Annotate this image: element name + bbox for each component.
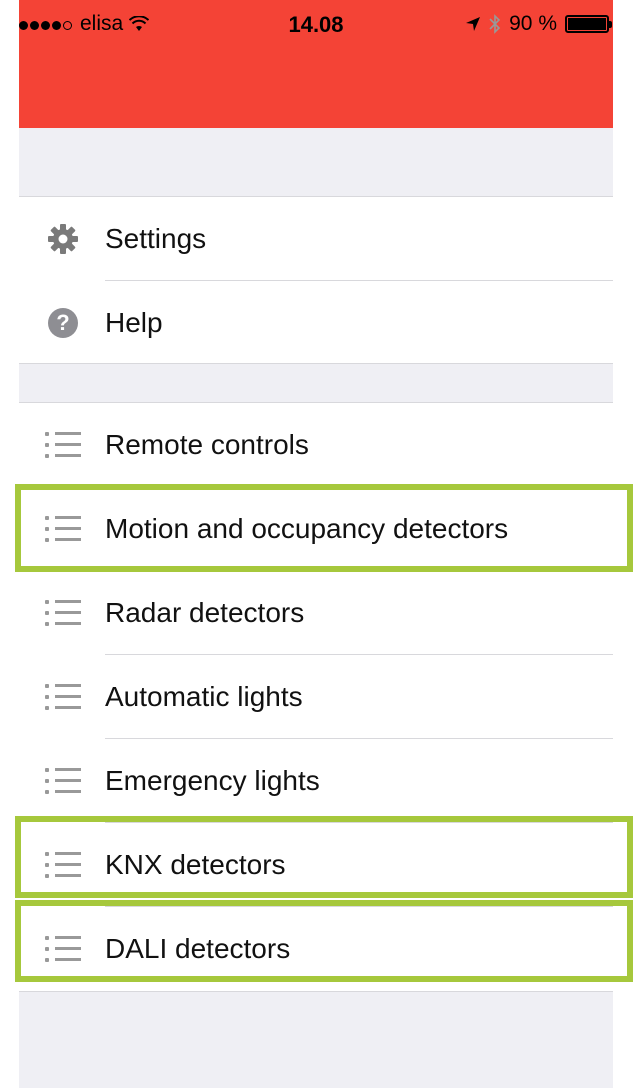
menu-item-label: Automatic lights (105, 681, 303, 712)
list-icon (45, 679, 81, 715)
menu-item-dali-detectors[interactable]: DALI detectors (19, 907, 613, 991)
products-group: Remote controls Motion and occupancy det… (19, 402, 613, 992)
battery-percent: 90 % (509, 12, 557, 35)
menu-item-settings[interactable]: Settings (19, 197, 613, 281)
menu-item-remote-controls[interactable]: Remote controls (19, 403, 613, 487)
help-icon: ? (45, 305, 81, 341)
menu-item-label: Help (105, 307, 163, 338)
list-icon (45, 427, 81, 463)
gear-icon (45, 221, 81, 257)
list-icon (45, 847, 81, 883)
signal-strength-icon (19, 12, 74, 36)
menu-item-radar-detectors[interactable]: Radar detectors (19, 571, 613, 655)
location-arrow-icon (466, 17, 481, 31)
status-bar: elisa 14.08 90 % (19, 0, 613, 40)
menu-item-label: Settings (105, 223, 207, 254)
menu-item-label: Motion and occupancy detectors (105, 513, 509, 544)
carrier-name: elisa (80, 12, 124, 35)
battery-icon (565, 15, 612, 33)
menu-item-label: DALI detectors (105, 933, 291, 964)
list-icon (45, 595, 81, 631)
bluetooth-icon (489, 14, 501, 34)
menu-item-help[interactable]: ? Help (19, 281, 613, 365)
menu-item-emergency-lights[interactable]: Emergency lights (19, 739, 613, 823)
settings-group: Settings ? Help (19, 196, 613, 364)
list-icon (45, 511, 81, 547)
list-icon (45, 763, 81, 799)
signal-carrier: elisa (19, 12, 150, 36)
app-screen: elisa 14.08 90 % Settings ? Help Remote … (19, 0, 613, 1088)
menu-item-label: Radar detectors (105, 597, 305, 628)
menu-item-knx-detectors[interactable]: KNX detectors (19, 823, 613, 907)
menu-item-label: KNX detectors (105, 849, 286, 880)
list-icon (45, 931, 81, 967)
menu-item-automatic-lights[interactable]: Automatic lights (19, 655, 613, 739)
menu-item-label: Emergency lights (105, 765, 320, 796)
menu-item-motion-detectors[interactable]: Motion and occupancy detectors (19, 487, 613, 571)
wifi-icon (129, 16, 150, 31)
status-right: 90 % (465, 12, 612, 36)
menu-item-label: Remote controls (105, 429, 309, 460)
